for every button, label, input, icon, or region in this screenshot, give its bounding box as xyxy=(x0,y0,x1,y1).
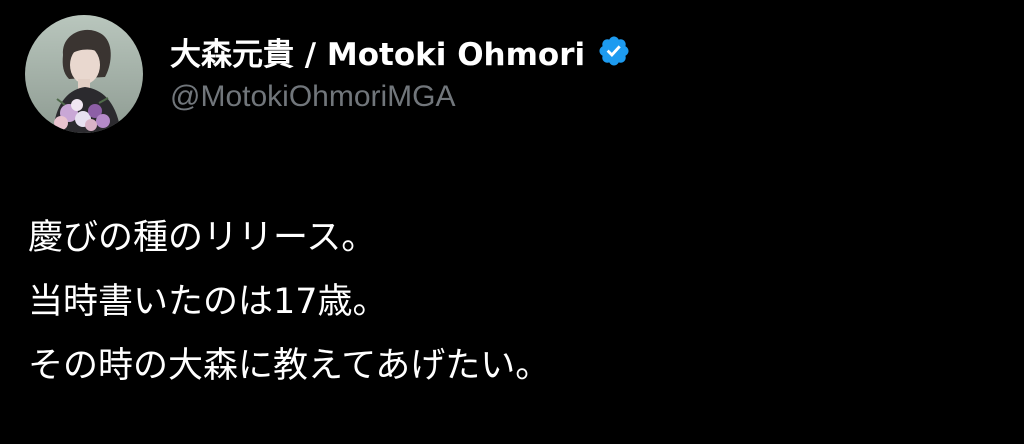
author-name-row: 大森元貴 / Motoki Ohmori xyxy=(170,29,631,74)
avatar-photo xyxy=(25,15,143,133)
avatar[interactable] xyxy=(25,15,143,133)
tweet-text-line: その時の大森に教えてあげたい。 xyxy=(28,346,551,386)
author-handle[interactable]: @MotokiOhmoriMGA xyxy=(170,80,456,114)
tweet: 大森元貴 / Motoki Ohmori @MotokiOhmoriMGA 慶び… xyxy=(0,0,1024,444)
author-display-name[interactable]: 大森元貴 / Motoki Ohmori xyxy=(170,29,585,74)
tweet-text-line: 当時書いたのは17歳。 xyxy=(28,282,388,322)
verified-badge-icon[interactable] xyxy=(597,34,631,68)
tweet-text: 慶びの種のリリース。 当時書いたのは17歳。 その時の大森に教えてあげたい。 xyxy=(28,206,550,398)
tweet-text-line: 慶びの種のリリース。 xyxy=(28,218,377,258)
